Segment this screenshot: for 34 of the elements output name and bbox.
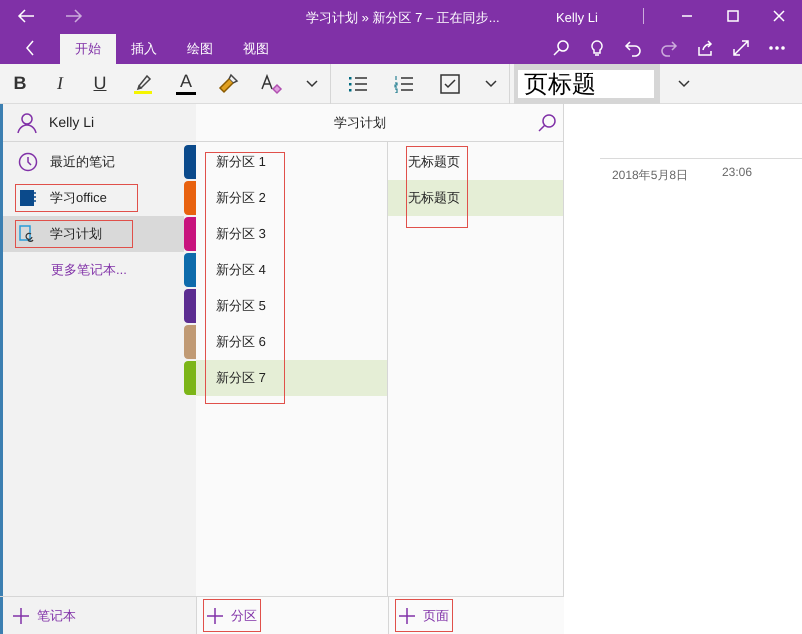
notebook-label: 学习office [50,189,107,208]
notebook-label: 学习计划 [50,225,102,244]
notebook-item[interactable]: 最近的笔记 [3,144,184,180]
section-item[interactable]: 新分区 2 [196,180,387,216]
notebook-item[interactable]: 学习office [3,180,184,216]
section-item[interactable]: 新分区 3 [196,216,387,252]
add-button[interactable]: 页面 [395,598,453,632]
format-button[interactable]: B [0,64,40,104]
page-item[interactable]: 无标题页 [388,144,563,180]
ribbon-tab[interactable]: 插入 [116,34,172,64]
more-notebooks-link[interactable]: 更多笔记本... [3,260,184,280]
section-item[interactable]: 新分区 5 [196,288,387,324]
ribbon-tab[interactable]: 绘图 [172,34,228,64]
section-item[interactable]: 新分区 1 [196,144,387,180]
add-button[interactable]: 笔记本 [9,598,80,632]
format-button[interactable]: U [80,64,120,104]
window-title: 学习计划 » 新分区 7 – 正在同步... [306,9,500,27]
section-item[interactable]: 新分区 4 [196,252,387,288]
notebook-label: 最近的笔记 [50,153,115,172]
page-title-field[interactable]: 页标题 [518,70,654,98]
section-item[interactable]: 新分区 7 [196,360,387,396]
font-color-button[interactable]: A [166,64,206,104]
font-color-letter: A [180,72,192,90]
page-item[interactable]: 无标题页 [388,180,563,216]
section-item[interactable]: 新分区 6 [196,324,387,360]
format-button[interactable]: I [40,64,80,104]
add-button[interactable]: 分区 [203,598,261,632]
account-name: Kelly Li [49,113,94,132]
ribbon-tab[interactable]: 开始 [60,34,116,64]
user-name: Kelly Li [556,9,598,27]
page-time: 23:06 [722,164,752,181]
page-date: 2018年5月8日 [612,167,688,184]
ribbon-tab[interactable]: 视图 [228,34,284,64]
notebook-item[interactable]: 学习计划 [3,216,184,252]
